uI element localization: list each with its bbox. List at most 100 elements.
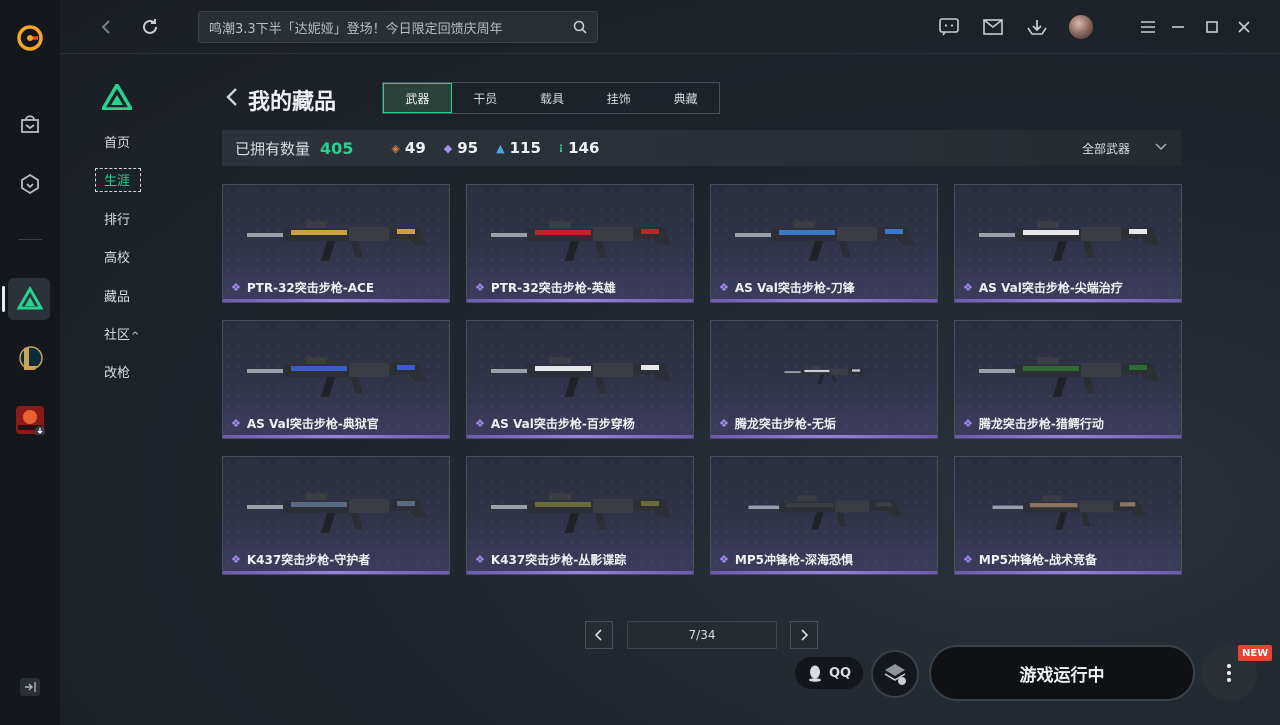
chat-icon[interactable] <box>937 15 961 39</box>
stat-blue-value: 115 <box>509 139 541 157</box>
nav-item-label: 藏品 <box>104 290 131 305</box>
nav-item-community[interactable]: 社区^ <box>90 324 170 346</box>
rarity-purple-icon: ❖ <box>231 553 241 566</box>
close-icon[interactable] <box>1232 15 1256 39</box>
rarity-purple-icon: ❖ <box>719 417 729 430</box>
nav-item-gunsmith[interactable]: 改枪 <box>90 362 170 384</box>
weapon-card[interactable]: ❖ PTR-32突击步枪-ACE <box>222 184 450 303</box>
weapon-name-row: ❖ 腾龙突击步枪-猎鳄行动 <box>963 415 1104 432</box>
weapon-name-row: ❖ K437突击步枪-守护者 <box>231 551 370 568</box>
game-library-icon[interactable] <box>14 168 46 200</box>
qq-login-button[interactable]: QQ <box>795 657 863 689</box>
back-icon[interactable] <box>94 15 118 39</box>
weapon-name: AS Val突击步枪-尖端治疗 <box>978 281 1123 295</box>
rarity-purple-icon: ❖ <box>719 281 729 294</box>
rarity-purple-icon: ❖ <box>475 417 485 430</box>
accelerator-button[interactable] <box>871 650 919 698</box>
nav-item-academy[interactable]: 高校 <box>90 247 170 269</box>
rail-divider <box>18 239 42 240</box>
weapon-card[interactable]: ❖ AS Val突击步枪-典狱官 <box>222 320 450 439</box>
nav-item-home[interactable]: 首页 <box>90 132 170 154</box>
weapon-card[interactable]: ❖ 腾龙突击步枪-猎鳄行动 <box>954 320 1182 439</box>
rarity-purple-icon: ❖ <box>231 417 241 430</box>
tab-operators[interactable]: 干员 <box>452 83 519 113</box>
download-icon[interactable] <box>1025 15 1049 39</box>
tab-vehicles[interactable]: 载具 <box>519 83 586 113</box>
prev-page-button[interactable] <box>585 621 613 649</box>
weapon-image <box>748 495 902 530</box>
tab-collectibles[interactable]: 典藏 <box>652 83 719 113</box>
weapon-card[interactable]: ❖ AS Val突击步枪-尖端治疗 <box>954 184 1182 303</box>
weapon-name-row: ❖ 腾龙突击步枪-无垢 <box>719 415 836 432</box>
weapon-card[interactable]: ❖ AS Val突击步枪-刀锋 <box>710 184 938 303</box>
owned-total: 405 <box>320 138 354 158</box>
store-bag-icon[interactable] <box>14 108 46 140</box>
green-dots-icon: ⁝ <box>558 141 564 155</box>
delta-force-logo-icon <box>102 84 132 110</box>
rarity-purple-icon: ❖ <box>963 281 973 294</box>
weapon-card[interactable]: ❖ MP5冲锋枪-深海恐惧 <box>710 456 938 575</box>
collapse-rail-button[interactable] <box>20 678 40 696</box>
new-badge: NEW <box>1238 645 1273 661</box>
nav-item-label: 改枪 <box>104 366 131 381</box>
search-icon[interactable] <box>573 20 587 34</box>
weapon-image <box>247 357 427 397</box>
rail-active-indicator <box>2 286 5 312</box>
maximize-icon[interactable] <box>1200 15 1224 39</box>
search-bar[interactable]: 鸣潮3.3下半「达妮娅」登场！今日限定回馈庆周年 <box>198 11 598 43</box>
weapon-card[interactable]: ❖ AS Val突击步枪-百步穿杨 <box>466 320 694 439</box>
weapon-card[interactable]: ❖ K437突击步枪-守护者 <box>222 456 450 575</box>
app-logo-icon[interactable] <box>16 24 44 52</box>
league-of-legends-icon[interactable] <box>14 342 46 374</box>
weapon-name-row: ❖ MP5冲锋枪-深海恐惧 <box>719 551 853 568</box>
weapon-name: MP5冲锋枪-战术竞备 <box>978 553 1097 567</box>
nav-item-collection[interactable]: 藏品 <box>90 286 170 308</box>
weapon-card[interactable]: ❖ MP5冲锋枪-战术竞备 <box>954 456 1182 575</box>
weapon-image <box>491 493 671 533</box>
weapon-card[interactable]: ❖ 腾龙突击步枪-无垢 <box>710 320 938 439</box>
refresh-icon[interactable] <box>138 15 162 39</box>
weapon-name-row: ❖ AS Val突击步枪-刀锋 <box>719 279 855 296</box>
stat-green: ⁝ 146 <box>559 139 600 157</box>
rarity-purple-icon: ❖ <box>475 281 485 294</box>
weapon-name-row: ❖ AS Val突击步枪-百步穿杨 <box>475 415 635 432</box>
nav-item-ranking[interactable]: 排行 <box>90 209 170 231</box>
stat-purple-value: 95 <box>457 139 479 157</box>
game-running-button[interactable]: 游戏运行中 <box>929 645 1195 701</box>
minimize-icon[interactable] <box>1166 15 1190 39</box>
weapon-name: PTR-32突击步枪-ACE <box>246 281 375 295</box>
nba-game-icon[interactable] <box>14 404 46 436</box>
nav-item-label: 高校 <box>104 251 131 266</box>
delta-force-icon[interactable] <box>14 283 46 315</box>
weapon-name: K437突击步枪-守护者 <box>246 553 371 567</box>
weapon-image <box>491 221 671 261</box>
weapon-name-row: ❖ MP5冲锋枪-战术竞备 <box>963 551 1097 568</box>
qq-penguin-icon <box>808 665 821 682</box>
nav-item-label: 排行 <box>104 213 131 228</box>
search-input[interactable]: 鸣潮3.3下半「达妮娅」登场！今日限定回馈庆周年 <box>209 18 573 37</box>
weapon-image <box>979 221 1159 261</box>
weapon-name-row: ❖ K437突击步枪-丛影谍踪 <box>475 551 626 568</box>
back-arrow-icon[interactable] <box>226 87 238 113</box>
stat-purple: ◆ 95 <box>444 139 478 157</box>
page-title-text: 我的藏品 <box>248 90 337 115</box>
weapon-name: MP5冲锋枪-深海恐惧 <box>734 553 853 567</box>
tab-charms[interactable]: 挂饰 <box>585 83 652 113</box>
stat-orange: ◈ 49 <box>391 139 425 157</box>
weapon-card[interactable]: ❖ K437突击步枪-丛影谍踪 <box>466 456 694 575</box>
tab-weapons[interactable]: 武器 <box>383 83 452 113</box>
chevron-down-icon[interactable] <box>1154 139 1168 157</box>
mail-icon[interactable] <box>981 15 1005 39</box>
page-indicator: 7/34 <box>627 621 777 649</box>
nav-item-career[interactable]: 生涯 <box>90 168 170 192</box>
avatar[interactable] <box>1069 15 1093 39</box>
weapon-image <box>491 357 671 397</box>
weapon-filter-dropdown[interactable]: 全部武器 <box>1082 140 1130 157</box>
layers-icon <box>884 664 906 685</box>
next-page-button[interactable] <box>790 621 818 649</box>
weapon-card[interactable]: ❖ PTR-32突击步枪-英雄 <box>466 184 694 303</box>
weapon-name: AS Val突击步枪-刀锋 <box>734 281 855 295</box>
weapon-name-row: ❖ PTR-32突击步枪-英雄 <box>475 279 616 296</box>
menu-icon[interactable] <box>1136 15 1160 39</box>
vertical-dots-icon <box>1227 664 1231 682</box>
